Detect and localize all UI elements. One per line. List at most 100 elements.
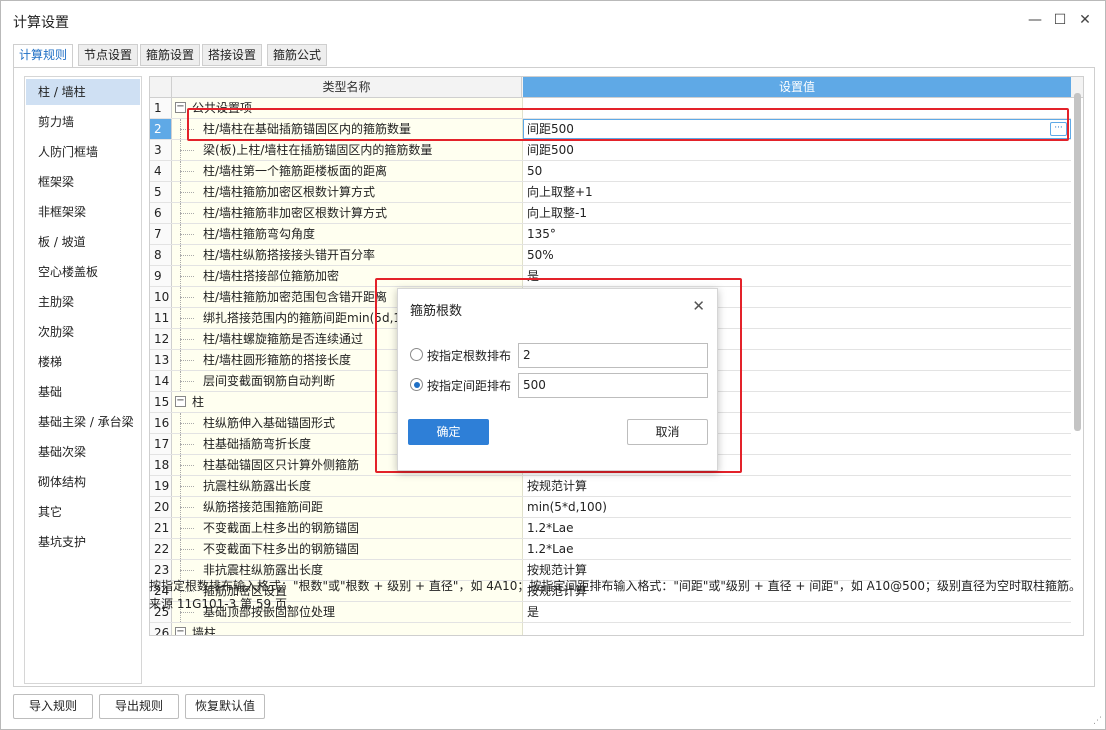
row-number: 14 xyxy=(150,371,172,391)
collapse-icon[interactable]: − xyxy=(175,396,186,407)
row-label: 梁(板)上柱/墙柱在插筋锚固区内的箍筋数量 xyxy=(203,143,433,157)
sidebar-item[interactable]: 非框架梁 xyxy=(26,199,140,225)
row-setting-value[interactable] xyxy=(523,623,1071,635)
import-rules-button[interactable]: 导入规则 xyxy=(13,694,93,719)
row-value-text: 50% xyxy=(527,248,554,262)
radio-by-count[interactable] xyxy=(410,348,423,361)
row-setting-value[interactable]: min(5*d,100) xyxy=(523,497,1071,517)
sidebar-item[interactable]: 其它 xyxy=(26,499,140,525)
tree-tick xyxy=(180,360,194,361)
row-label: 柱/墙柱纵筋搭接接头错开百分率 xyxy=(203,248,376,262)
close-icon[interactable]: ✕ xyxy=(1074,9,1096,31)
sidebar-item[interactable]: 基坑支护 xyxy=(26,529,140,555)
table-row[interactable]: 9 柱/墙柱搭接部位箍筋加密 是 xyxy=(150,266,1071,287)
row-label: 不变截面上柱多出的钢筋锚固 xyxy=(203,521,360,535)
tab-stirrup-settings[interactable]: 箍筋设置 xyxy=(140,44,201,66)
sidebar-item[interactable]: 砌体结构 xyxy=(26,469,140,495)
cancel-button[interactable]: 取消 xyxy=(627,419,708,445)
tab-lap-settings[interactable]: 搭接设置 xyxy=(202,44,263,66)
row-type-name: 柱/墙柱箍筋加密区根数计算方式 xyxy=(172,182,523,202)
row-setting-value[interactable]: 间距500 ··· xyxy=(523,119,1071,139)
table-row[interactable]: 21 不变截面上柱多出的钢筋锚固 1.2*Lae xyxy=(150,518,1071,539)
sidebar-item[interactable]: 楼梯 xyxy=(26,349,140,375)
calc-settings-window: 计算设置 — ☐ ✕ 计算规则 节点设置 箍筋设置 搭接设置 箍筋公式 柱 / … xyxy=(0,0,1106,730)
row-type-name: 柱/墙柱纵筋搭接接头错开百分率 xyxy=(172,245,523,265)
row-setting-value[interactable]: 135° xyxy=(523,224,1071,244)
row-value-text: 1.2*Lae xyxy=(527,542,574,556)
row-number: 20 xyxy=(150,497,172,517)
row-label: 柱/墙柱箍筋加密范围包含错开距离 xyxy=(203,290,388,304)
export-rules-button[interactable]: 导出规则 xyxy=(99,694,179,719)
ellipsis-icon[interactable]: ··· xyxy=(1050,122,1067,136)
tree-tick xyxy=(180,234,194,235)
row-number: 10 xyxy=(150,287,172,307)
row-number: 5 xyxy=(150,182,172,202)
table-row[interactable]: 5 柱/墙柱箍筋加密区根数计算方式 向上取整+1 xyxy=(150,182,1071,203)
grid-scrollbar-thumb[interactable] xyxy=(1074,93,1081,431)
tab-node-settings[interactable]: 节点设置 xyxy=(78,44,139,66)
sidebar-item[interactable]: 剪力墙 xyxy=(26,109,140,135)
row-setting-value[interactable] xyxy=(523,98,1071,118)
row-value-text: 50 xyxy=(527,164,543,178)
row-setting-value[interactable]: 1.2*Lae xyxy=(523,539,1071,559)
row-label: 柱/墙柱第一个箍筋距楼板面的距离 xyxy=(203,164,388,178)
tree-tick xyxy=(180,486,194,487)
row-number: 12 xyxy=(150,329,172,349)
sidebar-item[interactable]: 框架梁 xyxy=(26,169,140,195)
tree-tick xyxy=(180,465,194,466)
dialog-close-icon[interactable]: ✕ xyxy=(692,297,705,315)
row-label: 柱/墙柱箍筋非加密区根数计算方式 xyxy=(203,206,388,220)
resize-grip-icon[interactable]: ⋰ xyxy=(1093,716,1102,726)
maximize-icon[interactable]: ☐ xyxy=(1049,9,1071,31)
grid-scrollbar[interactable] xyxy=(1073,90,1083,635)
row-label: 柱/墙柱搭接部位箍筋加密 xyxy=(203,269,340,283)
table-row[interactable]: 22 不变截面下柱多出的钢筋锚固 1.2*Lae xyxy=(150,539,1071,560)
row-value-text: min(5*d,100) xyxy=(527,500,607,514)
sidebar-item[interactable]: 基础主梁 / 承台梁 xyxy=(26,409,140,435)
minimize-icon[interactable]: — xyxy=(1024,9,1046,31)
row-setting-value[interactable]: 是 xyxy=(523,266,1071,286)
table-row[interactable]: 1− 公共设置项 xyxy=(150,98,1071,119)
row-setting-value[interactable]: 间距500 xyxy=(523,140,1071,160)
row-setting-value[interactable]: 50 xyxy=(523,161,1071,181)
row-value-text: 按规范计算 xyxy=(527,479,588,493)
row-setting-value[interactable]: 1.2*Lae xyxy=(523,518,1071,538)
row-setting-value[interactable]: 按规范计算 xyxy=(523,476,1071,496)
radio-by-spacing[interactable] xyxy=(410,378,423,391)
collapse-icon[interactable]: − xyxy=(175,102,186,113)
sidebar-item[interactable]: 板 / 坡道 xyxy=(26,229,140,255)
row-type-name: 不变截面下柱多出的钢筋锚固 xyxy=(172,539,523,559)
sidebar-item[interactable]: 次肋梁 xyxy=(26,319,140,345)
tab-calc-rules[interactable]: 计算规则 xyxy=(13,44,74,68)
sidebar-item[interactable]: 空心楼盖板 xyxy=(26,259,140,285)
spacing-input[interactable]: 500 xyxy=(518,373,708,398)
row-type-name: 纵筋搭接范围箍筋间距 xyxy=(172,497,523,517)
row-setting-value[interactable]: 向上取整+1 xyxy=(523,182,1071,202)
table-row[interactable]: 20 纵筋搭接范围箍筋间距 min(5*d,100) xyxy=(150,497,1071,518)
sidebar-item[interactable]: 柱 / 墙柱 xyxy=(26,79,140,105)
table-row[interactable]: 4 柱/墙柱第一个箍筋距楼板面的距离 50 xyxy=(150,161,1071,182)
restore-defaults-button[interactable]: 恢复默认值 xyxy=(185,694,265,719)
table-row[interactable]: 3 梁(板)上柱/墙柱在插筋锚固区内的箍筋数量 间距500 xyxy=(150,140,1071,161)
header-rownum xyxy=(150,77,172,97)
table-row[interactable]: 26− 墙柱 xyxy=(150,623,1071,635)
sidebar-item[interactable]: 人防门框墙 xyxy=(26,139,140,165)
count-input[interactable]: 2 xyxy=(518,343,708,368)
table-row[interactable]: 19 抗震柱纵筋露出长度 按规范计算 xyxy=(150,476,1071,497)
row-label: 柱/墙柱在基础插筋锚固区内的箍筋数量 xyxy=(203,122,412,136)
table-row[interactable]: 7 柱/墙柱箍筋弯勾角度 135° xyxy=(150,224,1071,245)
table-row[interactable]: 8 柱/墙柱纵筋搭接接头错开百分率 50% xyxy=(150,245,1071,266)
ok-button[interactable]: 确定 xyxy=(408,419,489,445)
collapse-icon[interactable]: − xyxy=(175,627,186,635)
table-row[interactable]: 2 柱/墙柱在基础插筋锚固区内的箍筋数量 间距500 ··· xyxy=(150,119,1071,140)
row-value-text: 是 xyxy=(527,269,540,283)
row-label: 柱/墙柱箍筋弯勾角度 xyxy=(203,227,316,241)
table-row[interactable]: 6 柱/墙柱箍筋非加密区根数计算方式 向上取整-1 xyxy=(150,203,1071,224)
sidebar-item[interactable]: 主肋梁 xyxy=(26,289,140,315)
sidebar-item[interactable]: 基础次梁 xyxy=(26,439,140,465)
row-setting-value[interactable]: 向上取整-1 xyxy=(523,203,1071,223)
tree-tick xyxy=(180,255,194,256)
row-setting-value[interactable]: 50% xyxy=(523,245,1071,265)
sidebar-item[interactable]: 基础 xyxy=(26,379,140,405)
tab-stirrup-formula[interactable]: 箍筋公式 xyxy=(267,44,328,66)
